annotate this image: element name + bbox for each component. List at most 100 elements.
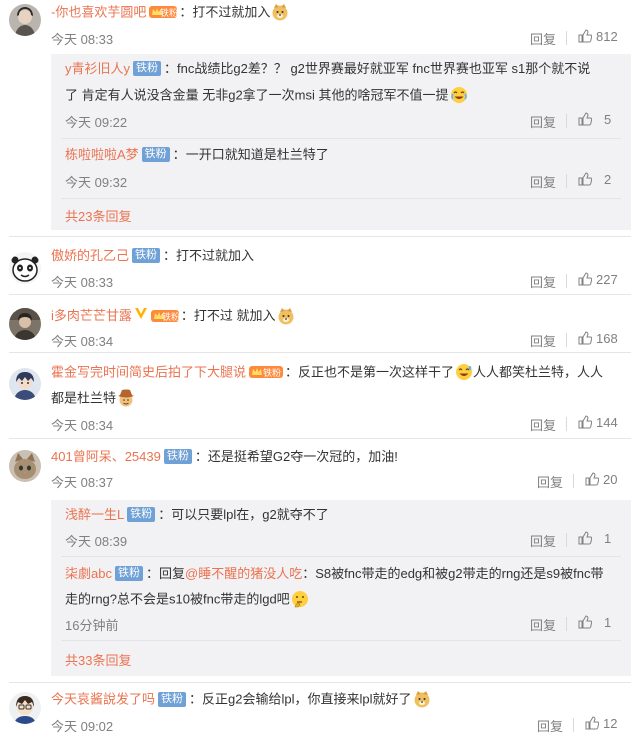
avatar[interactable] bbox=[9, 4, 41, 36]
more-replies-link[interactable]: 共23条回复 bbox=[65, 206, 131, 225]
reply-button[interactable]: 回复 bbox=[537, 472, 563, 491]
comment-item: 今天哀酱說发了吗 铁粉 ：反正g2会输给lpl，你直接来lpl就好了 今天 09:0… bbox=[0, 686, 640, 738]
avatar-anime-icon[interactable] bbox=[9, 368, 41, 400]
comment-text: 打不过 就加入 bbox=[193, 307, 276, 323]
mention-link[interactable]: @睡不醒的猪没人吃 bbox=[185, 566, 302, 581]
thumb-up-icon bbox=[578, 272, 593, 286]
username-link[interactable]: -你也喜欢芋圆吧 bbox=[51, 4, 146, 19]
comment-text-line: y青衫旧人y 铁粉 ：fnc战绩比g2差？？ g2世界赛最好就亚军 fnc世界赛也亚… bbox=[65, 61, 591, 77]
comment-text: 人人都笑杜兰特，人人 bbox=[473, 364, 604, 380]
like-button[interactable]: 12 bbox=[585, 716, 617, 731]
reply-button[interactable]: 回复 bbox=[530, 615, 556, 634]
comment-text-line: 浅醉一生L 铁粉 ：可以只要lpl在，g2就夺不了 bbox=[65, 507, 329, 523]
comment-text: 了 肯定有人说没含金量 无非g2拿了一次msi 其他的啥冠军不值一提 bbox=[65, 87, 449, 103]
cowboy-emoji-icon bbox=[117, 389, 135, 407]
more-replies-link[interactable]: 共33条回复 bbox=[65, 650, 131, 669]
reply-button[interactable]: 回复 bbox=[530, 272, 556, 291]
comment-item: 401曾阿呆、25439 铁粉 ：还是挺希望G2夺一次冠的，加油! 今天 08:37… bbox=[0, 442, 640, 494]
like-button[interactable]: 812 bbox=[578, 29, 618, 44]
comment-text-line: -你也喜欢芋圆吧 铁粉 ：打不过就加入 bbox=[51, 3, 289, 23]
comment-item: -你也喜欢芋圆吧 铁粉 ：打不过就加入 今天 08:33 回复 812 bbox=[0, 0, 640, 48]
like-button[interactable]: 20 bbox=[585, 472, 617, 487]
thumb-up-icon bbox=[578, 531, 593, 545]
reply-button[interactable]: 回复 bbox=[530, 415, 556, 434]
comment-time: 今天 08:34 bbox=[51, 334, 114, 349]
comment-text-line: 走的rng?总不会是s10被fnc带走的lgd吧 bbox=[65, 590, 309, 610]
like-button[interactable]: 144 bbox=[578, 415, 618, 430]
comment-text-line: 401曾阿呆、25439 铁粉 ：还是挺希望G2夺一次冠的，加油! bbox=[51, 449, 398, 465]
comment-text-line: 了 肯定有人说没含金量 无非g2拿了一次msi 其他的啥冠军不值一提 bbox=[65, 86, 468, 106]
comment-time: 今天 08:34 bbox=[51, 418, 114, 433]
like-count: 5 bbox=[604, 112, 612, 127]
reply-button[interactable]: 回复 bbox=[530, 29, 556, 48]
thumb-up-icon bbox=[578, 112, 593, 126]
reply-button[interactable]: 回复 bbox=[530, 331, 556, 350]
comment-text-line: 傲娇的孔乙己 铁粉 ：打不过就加入 bbox=[51, 248, 255, 264]
username-link[interactable]: i多肉芒芒甘露 bbox=[51, 308, 132, 323]
comment-time: 今天 08:39 bbox=[65, 534, 128, 549]
thumb-up-icon bbox=[578, 331, 593, 345]
like-button[interactable]: 168 bbox=[578, 331, 618, 346]
sub-replies: y青衫旧人y 铁粉 ：fnc战绩比g2差？？ g2世界赛最好就亚军 fnc世界赛也亚… bbox=[51, 54, 631, 230]
comment-text: S8被fnc带走的edg和被g2带走的rng还是s9被fnc带 bbox=[315, 566, 604, 581]
thinking-emoji-icon bbox=[291, 590, 309, 608]
comment-text: 反正也不是第一次这样干了 bbox=[298, 364, 455, 380]
comment-text-line: 栋啦啦啦A梦 铁粉 ：一开口就知道是杜兰特了 bbox=[65, 147, 329, 163]
reply-button[interactable]: 回复 bbox=[530, 172, 556, 191]
like-count: 812 bbox=[596, 29, 618, 44]
username-link[interactable]: 401曾阿呆、25439 bbox=[51, 449, 161, 464]
comment-text: 可以只要lpl在，g2就夺不了 bbox=[171, 507, 329, 522]
comment-text-line: 今天哀酱說发了吗 铁粉 ：反正g2会输给lpl，你直接来lpl就好了 bbox=[51, 690, 431, 710]
username-link[interactable]: 霍金写完时间简史后拍了下大腿说 bbox=[51, 364, 246, 379]
like-button[interactable]: 1 bbox=[578, 615, 611, 630]
laugh-emoji-icon bbox=[455, 363, 473, 381]
comment-time: 今天 08:33 bbox=[51, 32, 114, 47]
username-link[interactable]: 浅醉一生L bbox=[65, 507, 124, 522]
username-link[interactable]: 柒劇abc bbox=[65, 566, 112, 581]
like-button[interactable]: 5 bbox=[578, 112, 611, 127]
fan-badge: 铁粉 bbox=[133, 61, 162, 77]
like-button[interactable]: 2 bbox=[578, 172, 611, 187]
reply-button[interactable]: 回复 bbox=[530, 531, 556, 550]
svg-text:铁粉: 铁粉 bbox=[263, 367, 281, 379]
comment-time: 今天 09:32 bbox=[65, 175, 128, 190]
vip-crown-badge-icon: 铁粉 bbox=[148, 5, 178, 19]
username-link[interactable]: 今天哀酱說发了吗 bbox=[51, 691, 155, 706]
laugh-cry-emoji-icon bbox=[450, 86, 468, 104]
comment-text: 打不过就加入 bbox=[176, 248, 255, 263]
comment-time: 16分钟前 bbox=[65, 618, 119, 633]
avatar-cat-icon[interactable] bbox=[9, 450, 41, 482]
fan-badge: 铁粉 bbox=[158, 691, 187, 707]
comment-text: 还是挺希望G2夺一次冠的，加油! bbox=[207, 449, 398, 464]
username-link[interactable]: y青衫旧人y bbox=[65, 61, 130, 76]
doge-emoji-icon bbox=[277, 307, 295, 325]
sub-replies: 浅醉一生L 铁粉 ：可以只要lpl在，g2就夺不了 今天 08:39 回复 1 柒劇… bbox=[51, 500, 631, 676]
reply-button[interactable]: 回复 bbox=[530, 112, 556, 131]
comment-text-line: 柒劇abc 铁粉 ：回复@睡不醒的猪没人吃：S8被fnc带走的edg和被g2带走的r… bbox=[65, 566, 604, 582]
thumb-up-icon bbox=[578, 415, 593, 429]
like-count: 144 bbox=[596, 415, 618, 430]
like-count: 2 bbox=[604, 172, 612, 187]
avatar-anime-boy-icon[interactable] bbox=[9, 692, 41, 724]
comment-text: 一开口就知道是杜兰特了 bbox=[185, 147, 329, 162]
comment-item: 傲娇的孔乙己 铁粉 ：打不过就加入 今天 08:33 回复 227 bbox=[0, 240, 640, 292]
avatar-panda-icon[interactable] bbox=[9, 252, 41, 284]
like-count: 168 bbox=[596, 331, 618, 346]
username-link[interactable]: 栋啦啦啦A梦 bbox=[65, 147, 139, 162]
like-count: 1 bbox=[604, 531, 612, 546]
like-count: 1 bbox=[604, 615, 612, 630]
like-button[interactable]: 227 bbox=[578, 272, 618, 287]
thumb-up-icon bbox=[578, 29, 593, 43]
verified-v-icon bbox=[134, 306, 148, 325]
reply-button[interactable]: 回复 bbox=[537, 716, 563, 735]
comment-text: 都是杜兰特 bbox=[51, 390, 117, 406]
thumb-up-icon bbox=[578, 615, 593, 629]
vip-crown-badge-icon: 铁粉 bbox=[248, 365, 284, 379]
username-link[interactable]: 傲娇的孔乙己 bbox=[51, 248, 129, 263]
svg-text:铁粉: 铁粉 bbox=[160, 7, 178, 19]
fan-badge: 铁粉 bbox=[127, 507, 156, 523]
fan-badge: 铁粉 bbox=[163, 449, 192, 465]
comment-item: i多肉芒芒甘露 铁粉 ：打不过 就加入 今天 08:34 回复 168 bbox=[0, 298, 640, 350]
avatar-person-icon[interactable] bbox=[9, 308, 41, 340]
like-button[interactable]: 1 bbox=[578, 531, 611, 546]
